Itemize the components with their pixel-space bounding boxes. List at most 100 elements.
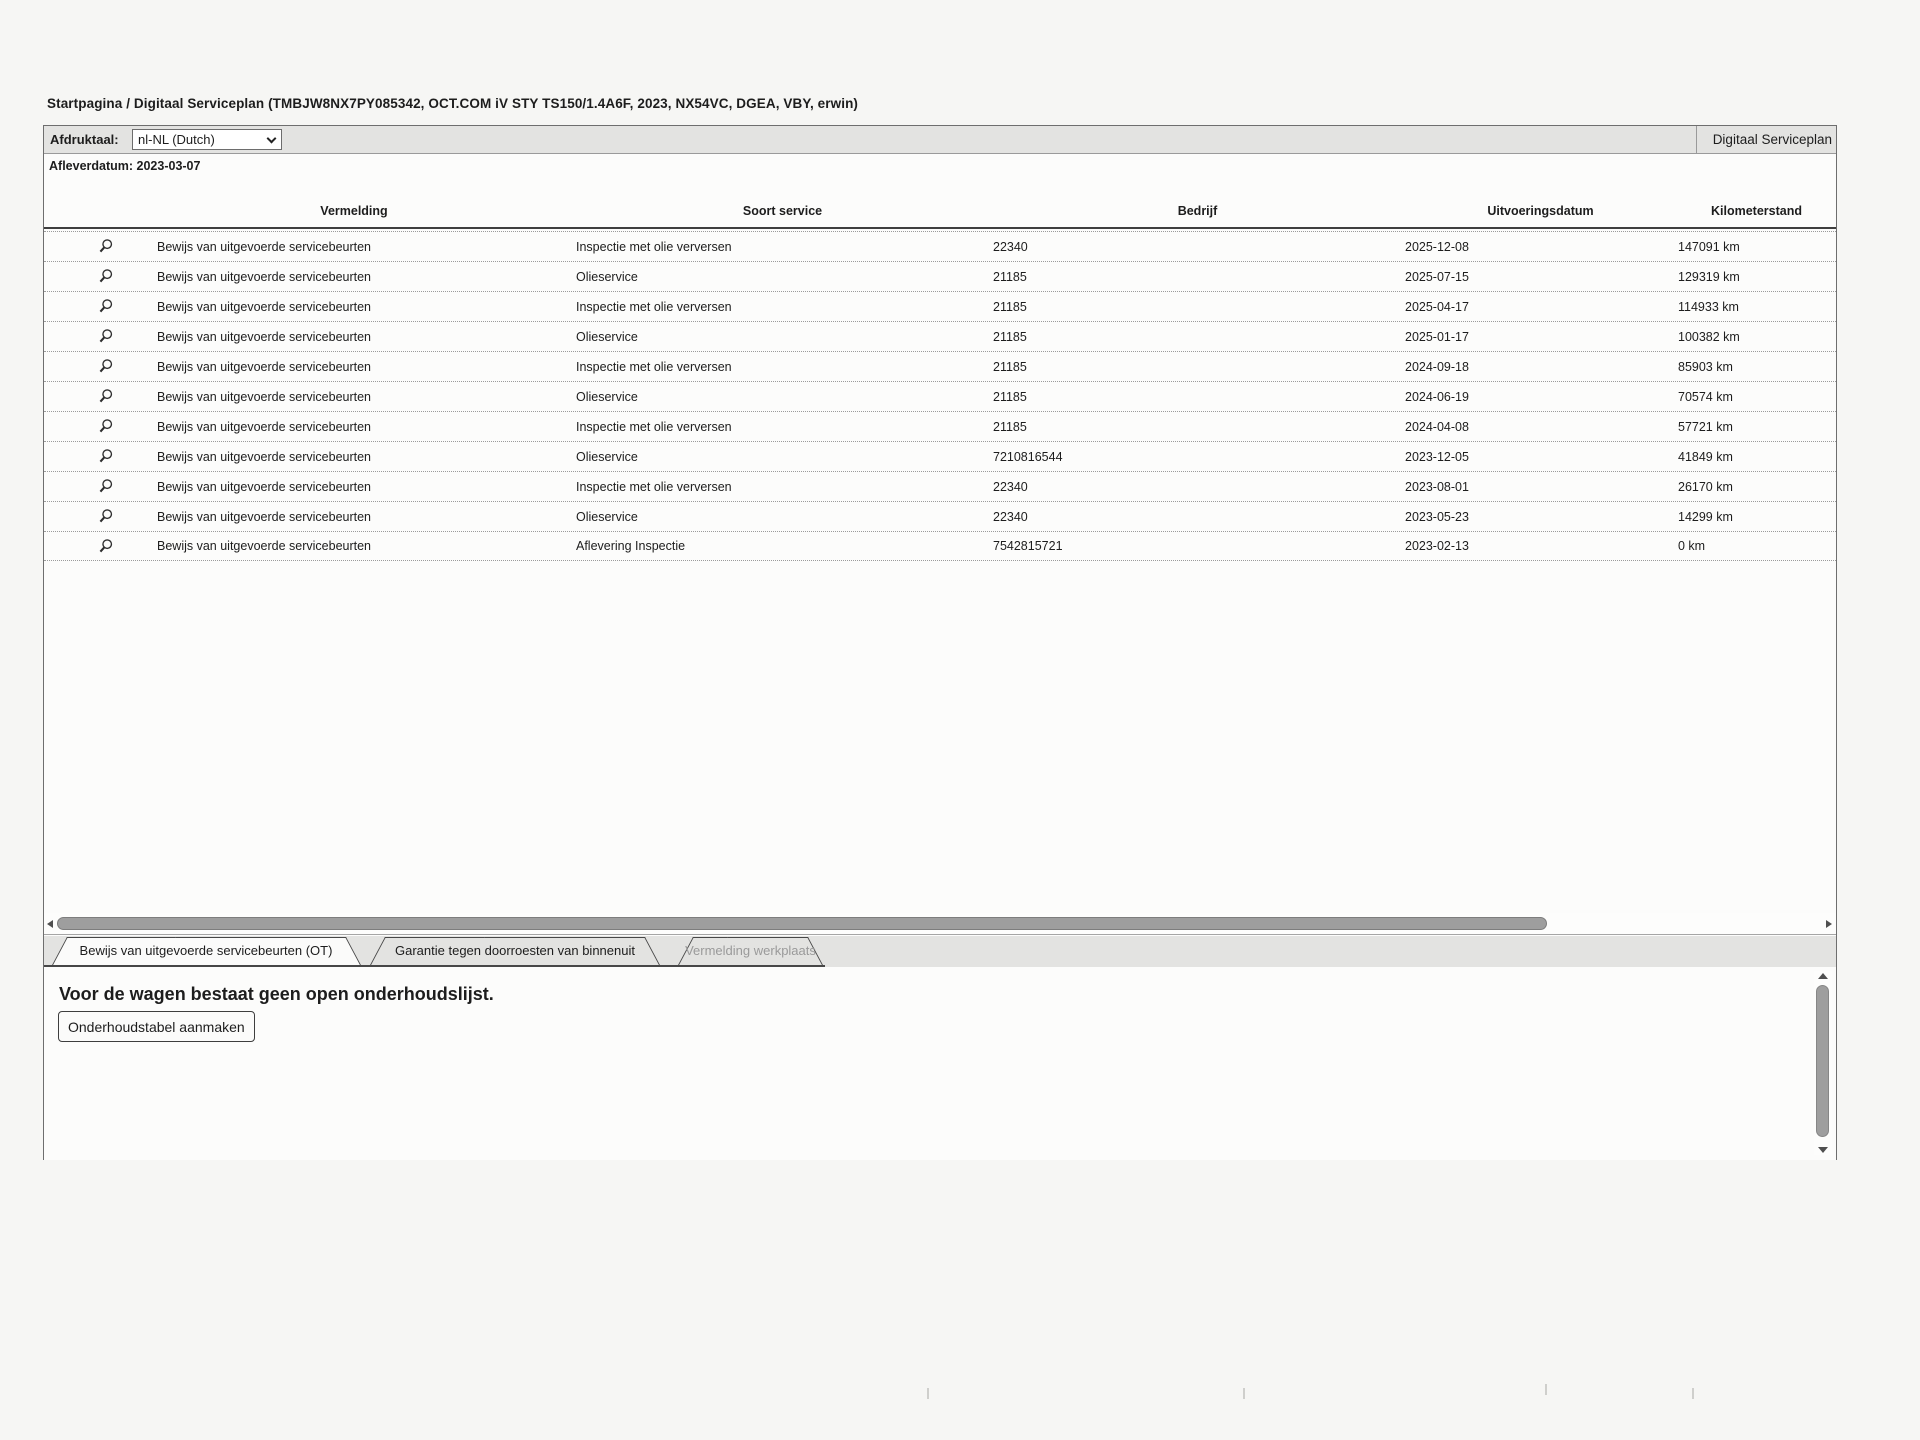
no-open-maintenance-message: Voor de wagen bestaat geen open onderhou…: [59, 984, 494, 1005]
row-uitvoeringsdatum: 2024-06-19: [1404, 390, 1677, 404]
row-vermelding: Bewijs van uitgevoerde servicebeurten: [134, 510, 574, 524]
row-soort-service: Olieservice: [574, 330, 991, 344]
row-bedrijf: 22340: [991, 240, 1404, 254]
row-bedrijf: 21185: [991, 420, 1404, 434]
print-language-value: nl-NL (Dutch): [138, 132, 215, 147]
magnifier-icon[interactable]: [97, 538, 114, 555]
vertical-scrollbar[interactable]: [1814, 971, 1832, 1155]
row-kilometerstand: 129319 km: [1677, 270, 1836, 284]
table-row: Bewijs van uitgevoerde servicebeurten In…: [44, 351, 1836, 381]
row-bedrijf: 21185: [991, 270, 1404, 284]
header-bedrijf: Bedrijf: [991, 196, 1404, 227]
row-vermelding: Bewijs van uitgevoerde servicebeurten: [134, 420, 574, 434]
magnifier-icon[interactable]: [97, 478, 114, 495]
table-row: Bewijs van uitgevoerde servicebeurten Ol…: [44, 441, 1836, 471]
row-bedrijf: 21185: [991, 300, 1404, 314]
row-vermelding: Bewijs van uitgevoerde servicebeurten: [134, 330, 574, 344]
row-vermelding: Bewijs van uitgevoerde servicebeurten: [134, 240, 574, 254]
serviceplan-panel: Afdruktaal: nl-NL (Dutch) Digitaal Servi…: [43, 125, 1837, 1160]
magnifier-icon[interactable]: [97, 238, 114, 255]
header-soort-service: Soort service: [574, 196, 991, 227]
tab-garantie-tegen-doorroesten[interactable]: Garantie tegen doorroesten van binnenuit: [369, 936, 661, 967]
row-bedrijf: 7210816544: [991, 450, 1404, 464]
delivery-date-label: Afleverdatum: 2023-03-07: [49, 159, 200, 173]
row-soort-service: Inspectie met olie verversen: [574, 420, 991, 434]
tab-label: Garantie tegen doorroesten van binnenuit: [369, 936, 661, 966]
breadcrumb: Startpagina / Digitaal Serviceplan (TMBJ…: [47, 96, 858, 111]
horizontal-scrollbar[interactable]: [44, 913, 1836, 935]
row-soort-service: Inspectie met olie verversen: [574, 240, 991, 254]
create-maintenance-table-button[interactable]: Onderhoudstabel aanmaken: [58, 1011, 255, 1042]
header-vermelding: Vermelding: [134, 196, 574, 227]
row-bedrijf: 7542815721: [991, 539, 1404, 553]
row-soort-service: Olieservice: [574, 270, 991, 284]
row-soort-service: Olieservice: [574, 510, 991, 524]
tab-vermelding-werkplaats[interactable]: Vermelding werkplaats: [677, 936, 824, 967]
magnifier-icon[interactable]: [97, 418, 114, 435]
row-kilometerstand: 41849 km: [1677, 450, 1836, 464]
table-header: Vermelding Soort service Bedrijf Uitvoer…: [44, 196, 1836, 229]
row-soort-service: Inspectie met olie verversen: [574, 480, 991, 494]
table-body: Bewijs van uitgevoerde servicebeurten In…: [44, 231, 1836, 561]
row-kilometerstand: 85903 km: [1677, 360, 1836, 374]
magnifier-icon[interactable]: [97, 298, 114, 315]
triangle-up-icon[interactable]: [1818, 973, 1828, 979]
row-uitvoeringsdatum: 2025-12-08: [1404, 240, 1677, 254]
row-vermelding: Bewijs van uitgevoerde servicebeurten: [134, 539, 574, 553]
horizontal-scroll-thumb[interactable]: [57, 917, 1547, 930]
row-uitvoeringsdatum: 2024-04-08: [1404, 420, 1677, 434]
row-bedrijf: 21185: [991, 330, 1404, 344]
triangle-left-icon[interactable]: [47, 920, 53, 928]
triangle-right-icon[interactable]: [1826, 920, 1832, 928]
tab-underline: [44, 965, 825, 967]
row-uitvoeringsdatum: 2025-07-15: [1404, 270, 1677, 284]
table-row: Bewijs van uitgevoerde servicebeurten Ol…: [44, 321, 1836, 351]
row-uitvoeringsdatum: 2024-09-18: [1404, 360, 1677, 374]
row-kilometerstand: 114933 km: [1677, 300, 1836, 314]
row-kilometerstand: 147091 km: [1677, 240, 1836, 254]
row-kilometerstand: 57721 km: [1677, 420, 1836, 434]
row-uitvoeringsdatum: 2023-08-01: [1404, 480, 1677, 494]
row-uitvoeringsdatum: 2023-05-23: [1404, 510, 1677, 524]
print-language-select[interactable]: nl-NL (Dutch): [132, 129, 282, 150]
magnifier-icon[interactable]: [97, 358, 114, 375]
row-kilometerstand: 0 km: [1677, 539, 1836, 553]
toolbar: Afdruktaal: nl-NL (Dutch) Digitaal Servi…: [44, 126, 1836, 154]
table-row: Bewijs van uitgevoerde servicebeurten In…: [44, 411, 1836, 441]
tab-label: Vermelding werkplaats: [677, 936, 824, 966]
row-kilometerstand: 14299 km: [1677, 510, 1836, 524]
row-soort-service: Olieservice: [574, 390, 991, 404]
row-kilometerstand: 100382 km: [1677, 330, 1836, 344]
table-row: Bewijs van uitgevoerde servicebeurten Ol…: [44, 381, 1836, 411]
row-bedrijf: 22340: [991, 510, 1404, 524]
bottom-panel: Voor de wagen bestaat geen open onderhou…: [44, 967, 1836, 1160]
magnifier-icon[interactable]: [97, 328, 114, 345]
magnifier-icon[interactable]: [97, 508, 114, 525]
magnifier-icon[interactable]: [97, 448, 114, 465]
row-vermelding: Bewijs van uitgevoerde servicebeurten: [134, 360, 574, 374]
table-row: Bewijs van uitgevoerde servicebeurten Ol…: [44, 501, 1836, 531]
scan-artifact: [1545, 1384, 1547, 1395]
print-language-label: Afdruktaal:: [50, 126, 119, 153]
row-vermelding: Bewijs van uitgevoerde servicebeurten: [134, 480, 574, 494]
table-row: Bewijs van uitgevoerde servicebeurten In…: [44, 231, 1836, 261]
row-vermelding: Bewijs van uitgevoerde servicebeurten: [134, 450, 574, 464]
table-row: Bewijs van uitgevoerde servicebeurten In…: [44, 471, 1836, 501]
tab-label: Bewijs van uitgevoerde servicebeurten (O…: [51, 936, 361, 966]
row-kilometerstand: 26170 km: [1677, 480, 1836, 494]
vertical-scroll-thumb[interactable]: [1816, 985, 1829, 1137]
page-title: Digitaal Serviceplan: [1696, 126, 1836, 153]
triangle-down-icon[interactable]: [1818, 1147, 1828, 1153]
row-soort-service: Olieservice: [574, 450, 991, 464]
tab-strip: Bewijs van uitgevoerde servicebeurten (O…: [44, 936, 1836, 967]
tab-bewijs-van-uitgevoerde-servicebeurten[interactable]: Bewijs van uitgevoerde servicebeurten (O…: [51, 936, 361, 967]
row-soort-service: Aflevering Inspectie: [574, 539, 991, 553]
scan-artifact: [927, 1388, 929, 1399]
row-soort-service: Inspectie met olie verversen: [574, 300, 991, 314]
row-bedrijf: 22340: [991, 480, 1404, 494]
row-bedrijf: 21185: [991, 360, 1404, 374]
magnifier-icon[interactable]: [97, 268, 114, 285]
magnifier-icon[interactable]: [97, 388, 114, 405]
row-bedrijf: 21185: [991, 390, 1404, 404]
row-uitvoeringsdatum: 2025-04-17: [1404, 300, 1677, 314]
